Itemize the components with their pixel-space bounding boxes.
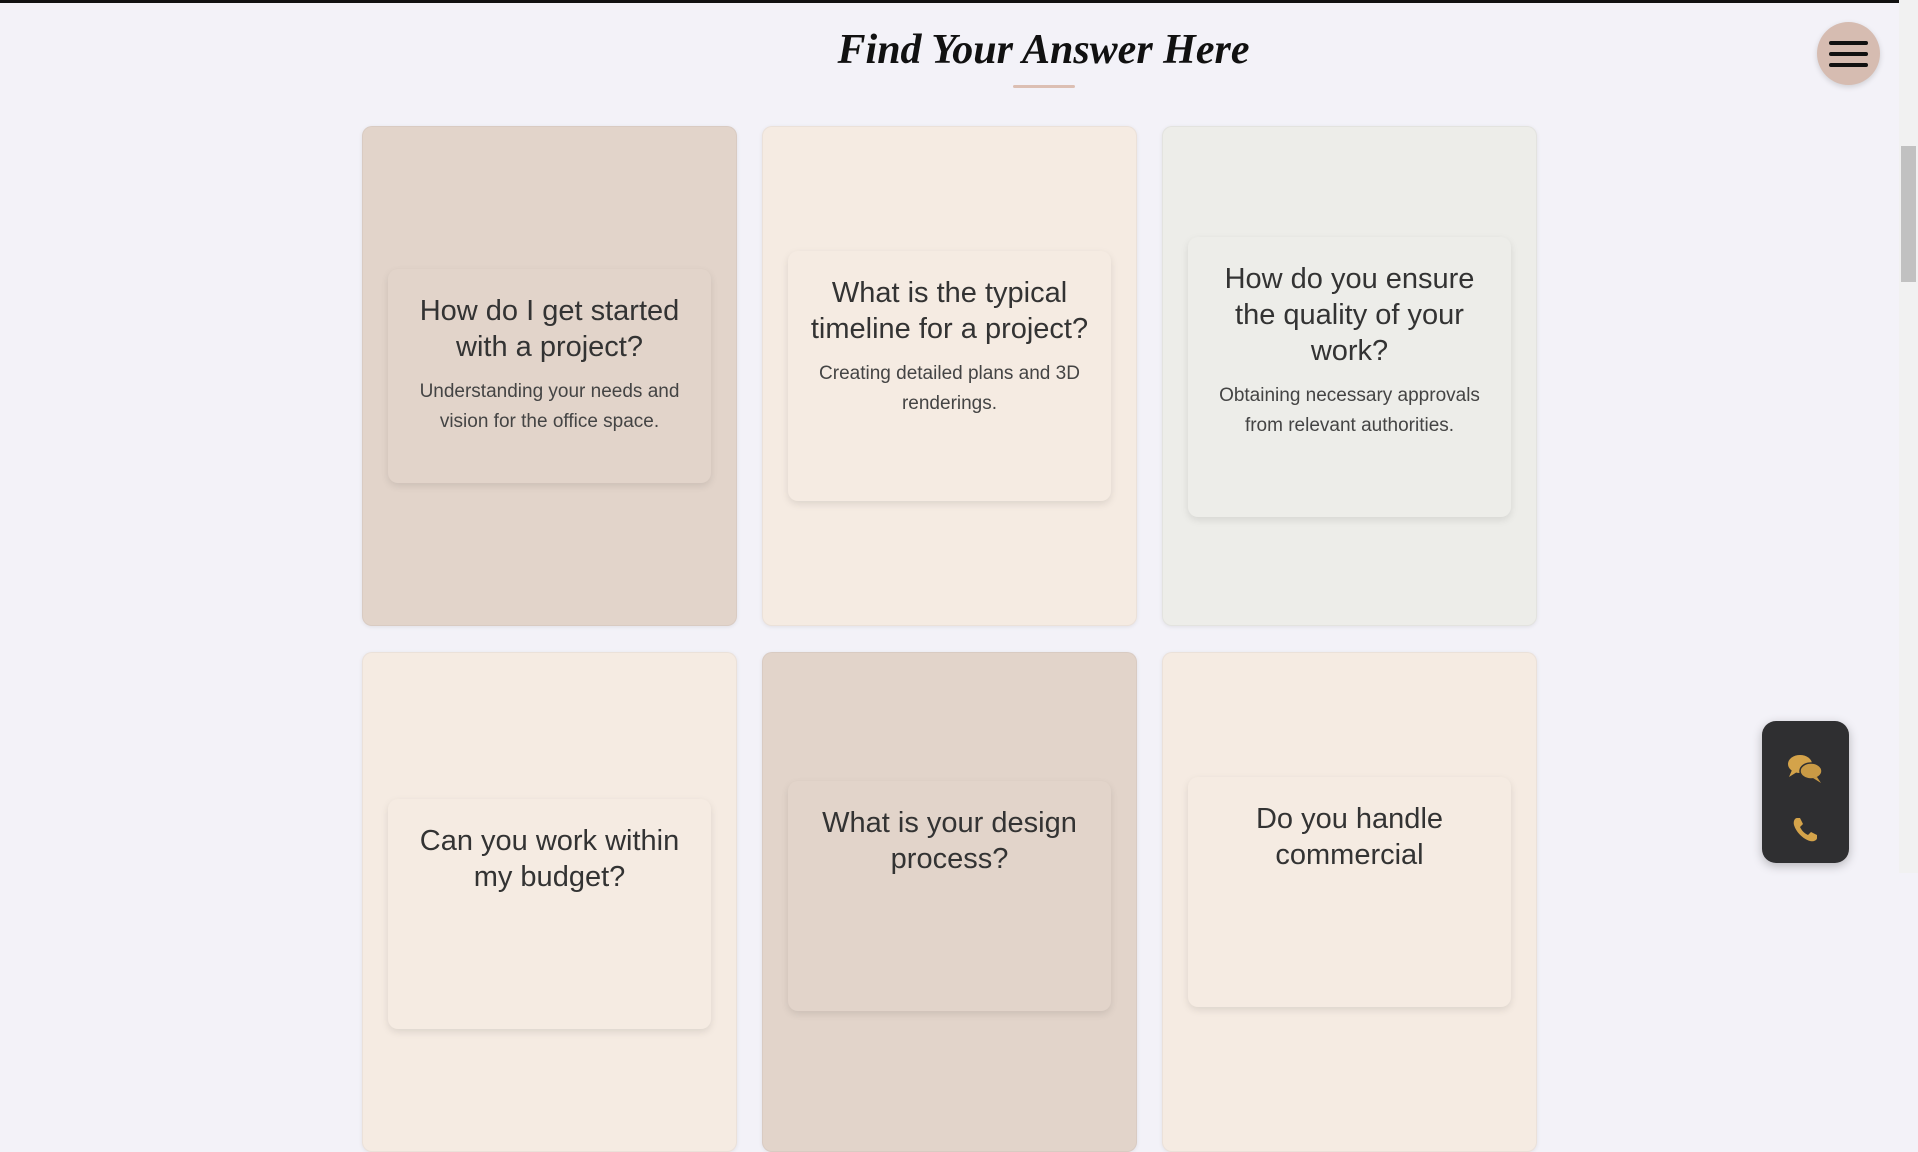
hamburger-menu-icon: [1829, 40, 1868, 67]
faq-answer: Understanding your needs and vision for …: [419, 381, 680, 432]
faq-card-content: What is the typical timeline for a proje…: [788, 251, 1111, 501]
faq-card[interactable]: How do I get started with a project? Und…: [362, 126, 737, 626]
faq-question: What is the typical timeline for a proje…: [810, 277, 1089, 345]
faq-answer: Obtaining necessary approvals from relev…: [1219, 385, 1480, 436]
faq-answer: Creating detailed plans and 3D rendering…: [819, 363, 1080, 414]
page-title: Find Your Answer Here: [837, 27, 1250, 73]
contact-widget: [1762, 721, 1849, 863]
faq-question: Do you handle commercial: [1255, 803, 1444, 871]
phone-button[interactable]: [1784, 809, 1826, 851]
title-underline: [1013, 85, 1075, 88]
faq-card[interactable]: What is the typical timeline for a proje…: [762, 126, 1137, 626]
faq-card[interactable]: What is your design process?: [762, 652, 1137, 1152]
phone-icon: [1793, 818, 1817, 842]
window-top-border: [0, 0, 1918, 3]
faq-question: How do I get started with a project?: [419, 295, 680, 363]
faq-card-content: What is your design process?: [788, 781, 1111, 1011]
scrollbar-thumb[interactable]: [1901, 146, 1916, 282]
menu-button[interactable]: [1817, 22, 1880, 85]
faq-card-content: Do you handle commercial: [1188, 777, 1511, 1007]
faq-question: Can you work within my budget?: [419, 825, 680, 893]
faq-card[interactable]: Do you handle commercial: [1162, 652, 1537, 1152]
faq-question: How do you ensure the quality of your wo…: [1224, 263, 1475, 367]
faq-card-content: How do I get started with a project? Und…: [388, 269, 711, 483]
faq-card-content: How do you ensure the quality of your wo…: [1188, 237, 1511, 517]
faq-card-content: Can you work within my budget?: [388, 799, 711, 1029]
scrollbar-track[interactable]: [1899, 0, 1918, 873]
faq-question: What is your design process?: [822, 807, 1077, 875]
chat-button[interactable]: [1784, 747, 1826, 789]
faq-card[interactable]: How do you ensure the quality of your wo…: [1162, 126, 1537, 626]
chat-bubbles-icon: [1788, 755, 1823, 783]
faq-card[interactable]: Can you work within my budget?: [362, 652, 737, 1152]
